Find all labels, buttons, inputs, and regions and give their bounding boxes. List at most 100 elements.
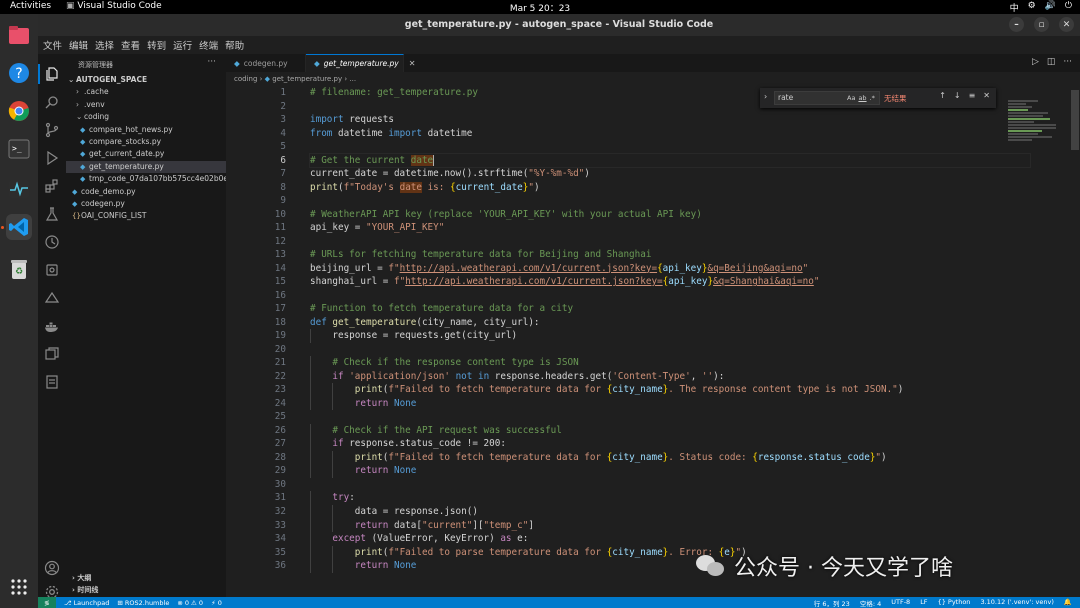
- code-line[interactable]: current_date = datetime.now().strftime("…: [310, 167, 1030, 181]
- dock-trash-icon[interactable]: ♻: [6, 256, 32, 282]
- code-line[interactable]: def get_temperature(city_name, city_url)…: [310, 316, 1030, 330]
- gitlens-icon[interactable]: [42, 288, 62, 308]
- clock[interactable]: Mar 5 20：23: [0, 1, 1080, 14]
- code-line[interactable]: [310, 410, 1030, 424]
- code-line[interactable]: [310, 140, 1030, 154]
- tree-item-oai-config-list[interactable]: {}OAI_CONFIG_LIST: [66, 210, 226, 222]
- tree-item-compare-hot-news[interactable]: ◆ compare_hot_news.py: [66, 124, 226, 136]
- dock-files-icon[interactable]: [6, 22, 32, 48]
- remote-explorer-icon[interactable]: [42, 232, 62, 252]
- maximize-button[interactable]: ▫: [1034, 17, 1049, 32]
- menu-edit[interactable]: 编辑: [69, 38, 88, 52]
- timeline-section[interactable]: › 时间线: [66, 584, 226, 596]
- code-line[interactable]: # WeatherAPI API key (replace 'YOUR_API_…: [310, 208, 1030, 222]
- code-line[interactable]: [310, 478, 1030, 492]
- show-apps-icon[interactable]: [6, 574, 32, 600]
- tree-item-coding[interactable]: ⌄ coding: [66, 111, 226, 123]
- dock-vscode-icon[interactable]: [6, 214, 32, 240]
- explorer-icon[interactable]: [42, 64, 62, 84]
- code-line[interactable]: import requests: [310, 113, 1030, 127]
- more-actions-icon[interactable]: ···: [1063, 57, 1072, 67]
- minimap[interactable]: [1008, 100, 1068, 150]
- tree-item-venv[interactable]: › .venv: [66, 99, 226, 111]
- match-whole-word-icon[interactable]: ab: [858, 91, 866, 105]
- code-line[interactable]: # Check if the response content type is …: [310, 356, 1030, 370]
- testing-icon[interactable]: [42, 204, 62, 224]
- volume-icon[interactable]: 🔊: [1045, 1, 1056, 14]
- dock-terminal-icon[interactable]: >_: [6, 136, 32, 162]
- status-encoding[interactable]: UTF-8: [891, 598, 910, 608]
- status-cursor-position[interactable]: 行 6，列 23: [814, 598, 850, 608]
- close-tab-icon[interactable]: ✕: [409, 59, 416, 68]
- status-interpreter[interactable]: 3.10.12 ('.venv': venv): [980, 598, 1053, 608]
- use-regex-icon[interactable]: .*: [870, 91, 875, 105]
- status-problems[interactable]: ⊗ 0 ⚠ 0: [177, 599, 203, 607]
- status-language[interactable]: {} Python: [938, 598, 971, 608]
- close-window-button[interactable]: ✕: [1059, 17, 1074, 32]
- status-ros[interactable]: ⊞ ROS2.humble: [117, 599, 169, 607]
- code-line[interactable]: print(f"Failed to fetch temperature data…: [310, 450, 1030, 465]
- previous-match-icon[interactable]: ↑: [939, 91, 946, 100]
- system-tray[interactable]: 中 ⚙ 🔊 ⏻: [1010, 1, 1072, 14]
- code-line[interactable]: # URLs for fetching temperature data for…: [310, 248, 1030, 262]
- match-case-icon[interactable]: Aa: [847, 91, 855, 105]
- search-icon[interactable]: [42, 92, 62, 112]
- tree-item-get-temperature[interactable]: ◆ get_temperature.py: [66, 160, 226, 174]
- split-editor-icon[interactable]: ◫: [1047, 57, 1056, 67]
- network-icon[interactable]: ⚙: [1028, 1, 1036, 14]
- notes-icon[interactable]: [42, 372, 62, 392]
- status-ports[interactable]: ⚡ 0: [211, 599, 222, 607]
- code-area[interactable]: # filename: get_temperature.py import req…: [309, 86, 1031, 573]
- ros-icon[interactable]: [42, 260, 62, 280]
- code-line[interactable]: try:: [310, 491, 1030, 505]
- input-method-indicator[interactable]: 中: [1010, 1, 1019, 14]
- code-line[interactable]: [310, 343, 1030, 357]
- tree-item-tmp-code[interactable]: ◆ tmp_code_07da107bb575cc4e02b0e1...: [66, 173, 226, 185]
- tree-item-cache[interactable]: › .cache: [66, 86, 226, 98]
- code-line[interactable]: [310, 289, 1030, 303]
- code-line[interactable]: from datetime import datetime: [310, 127, 1030, 141]
- dock-system-monitor-icon[interactable]: [6, 176, 32, 202]
- status-branch[interactable]: ⎇ Launchpad: [64, 599, 109, 607]
- menu-file[interactable]: 文件: [43, 38, 62, 52]
- code-editor[interactable]: 1 2 3 4 5 6 7 8 9 10 11 12 13 14 15 16 17 18 19 20 21 22 23 24 2…: [226, 86, 1080, 597]
- code-line[interactable]: # Check if the API request was successfu…: [310, 423, 1030, 438]
- workspace-root[interactable]: ⌄ AUTOGEN_SPACE: [66, 74, 226, 86]
- remote-window-icon[interactable]: [42, 344, 62, 364]
- menu-run[interactable]: 运行: [173, 38, 192, 52]
- editor-vertical-scrollbar[interactable]: [1070, 86, 1080, 597]
- code-line[interactable]: [310, 194, 1030, 208]
- outline-section[interactable]: › 大纲: [66, 572, 226, 584]
- code-line[interactable]: [310, 235, 1030, 249]
- code-line[interactable]: # Function to fetch temperature data for…: [310, 302, 1030, 316]
- account-icon[interactable]: [42, 558, 62, 578]
- window-titlebar[interactable]: get_temperature.py - autogen_space - Vis…: [38, 14, 1080, 36]
- tree-item-code-demo[interactable]: ◆ code_demo.py: [66, 186, 226, 198]
- code-line[interactable]: if 'application/json' not in response.he…: [310, 369, 1030, 384]
- code-line[interactable]: except (ValueError, KeyError) as e:: [310, 532, 1030, 546]
- dock-help-icon[interactable]: ?: [6, 60, 32, 86]
- dock-chrome-icon[interactable]: [6, 98, 32, 124]
- source-control-icon[interactable]: [42, 120, 62, 140]
- menu-go[interactable]: 转到: [147, 38, 166, 52]
- tree-item-get-current-date[interactable]: ◆ get_current_date.py: [66, 148, 226, 160]
- breadcrumb-symbol[interactable]: ...: [349, 75, 356, 83]
- tab-codegen[interactable]: ◆ codegen.py: [226, 54, 306, 72]
- tree-item-compare-stocks[interactable]: ◆ compare_stocks.py: [66, 136, 226, 148]
- code-line[interactable]: api_key = "YOUR_API_KEY": [310, 221, 1030, 235]
- breadcrumb-file[interactable]: get_temperature.py: [272, 75, 342, 83]
- code-line[interactable]: return None: [310, 396, 1030, 411]
- code-line[interactable]: print(f"Failed to fetch temperature data…: [310, 383, 1030, 397]
- notifications-bell-icon[interactable]: 🔔: [1064, 598, 1072, 608]
- toggle-replace-icon[interactable]: ›: [764, 92, 767, 101]
- code-line[interactable]: # Get the current date: [309, 152, 1031, 169]
- docker-icon[interactable]: [42, 316, 62, 336]
- minimize-button[interactable]: –: [1009, 17, 1024, 32]
- code-line[interactable]: return data["current"]["temp_c"]: [310, 518, 1030, 533]
- breadcrumb-folder[interactable]: coding: [234, 75, 257, 83]
- menu-terminal[interactable]: 终端: [199, 38, 218, 52]
- status-indentation[interactable]: 空格: 4: [860, 598, 881, 608]
- menu-help[interactable]: 帮助: [225, 38, 244, 52]
- find-in-selection-icon[interactable]: ≡: [969, 91, 976, 100]
- extensions-icon[interactable]: [42, 176, 62, 196]
